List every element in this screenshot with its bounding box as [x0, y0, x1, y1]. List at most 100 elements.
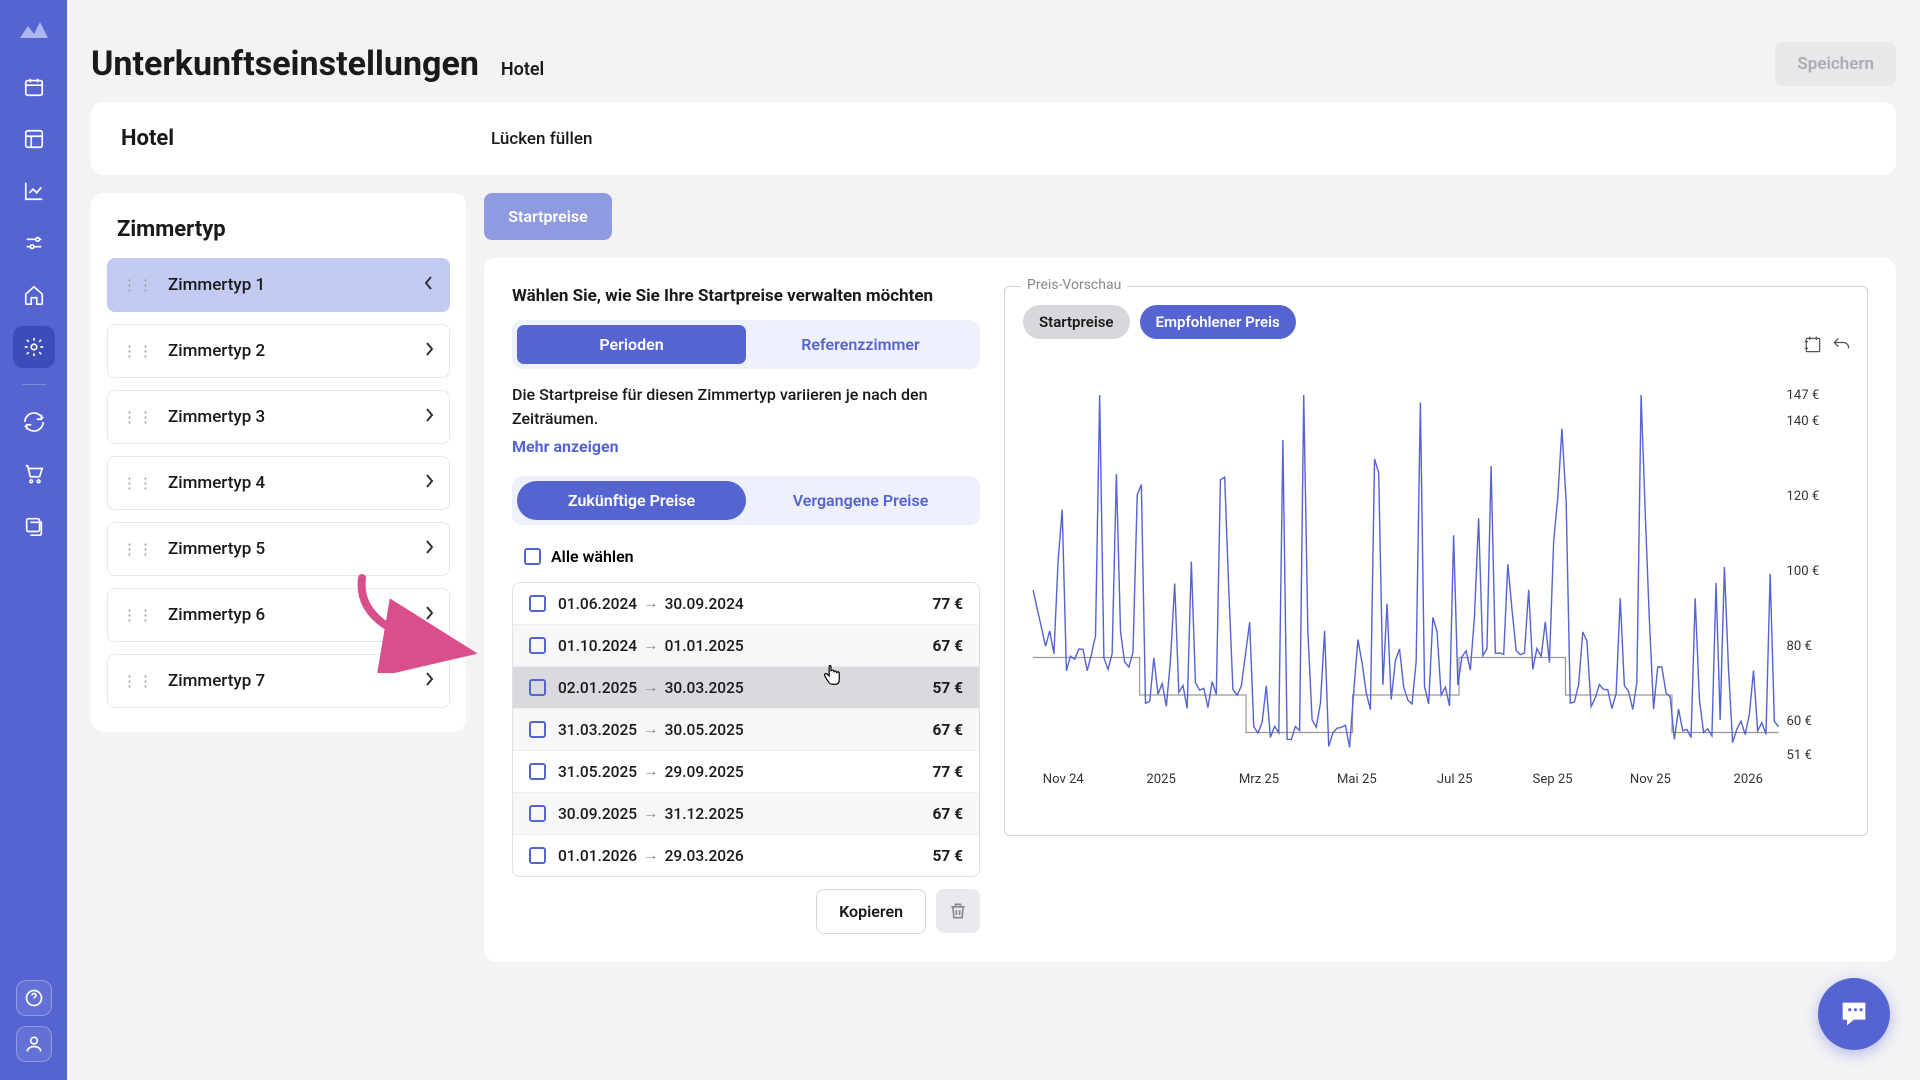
period-price: 67 € [932, 637, 963, 655]
nav-layout[interactable] [13, 118, 55, 160]
chevron-right-icon [423, 407, 435, 427]
drag-handle-icon[interactable]: ⋮⋮ [122, 474, 154, 492]
nav-settings[interactable] [13, 326, 55, 368]
period-row[interactable]: 30.09.2025→31.12.2025 67 € [513, 793, 979, 835]
chevron-right-icon [423, 671, 435, 691]
nav-profile[interactable] [16, 1026, 52, 1062]
delete-button[interactable] [936, 889, 980, 933]
period-price: 67 € [932, 805, 963, 823]
select-all-checkbox[interactable] [524, 548, 541, 565]
select-all-row[interactable]: Alle wählen [512, 539, 980, 574]
startpreise-button[interactable]: Startpreise [484, 193, 612, 240]
nav-cart[interactable] [13, 453, 55, 495]
period-date-range: 01.06.2024→30.09.2024 [558, 594, 920, 613]
svg-text:147 €: 147 € [1787, 388, 1820, 403]
period-checkbox[interactable] [529, 637, 546, 654]
past-prices-tab[interactable]: Vergangene Preise [746, 481, 975, 520]
period-checkbox[interactable] [529, 763, 546, 780]
period-date-range: 01.10.2024→01.01.2025 [558, 636, 920, 655]
undo-icon[interactable] [1831, 335, 1851, 355]
hotel-section: Hotel Lücken füllen [91, 102, 1896, 175]
period-price: 57 € [932, 679, 963, 697]
chevron-right-icon [423, 473, 435, 493]
manage-title: Wählen Sie, wie Sie Ihre Startpreise ver… [512, 286, 980, 306]
period-row[interactable]: 01.01.2026→29.03.2026 57 € [513, 835, 979, 876]
nav-stack[interactable] [13, 505, 55, 547]
drag-handle-icon[interactable]: ⋮⋮ [122, 672, 154, 690]
nav-sliders[interactable] [13, 222, 55, 264]
room-name-label: Zimmertyp 6 [168, 605, 423, 625]
svg-text:Mrz 25: Mrz 25 [1239, 772, 1279, 787]
drag-handle-icon[interactable]: ⋮⋮ [122, 606, 154, 624]
period-checkbox[interactable] [529, 679, 546, 696]
reset-zoom-icon[interactable] [1803, 335, 1823, 355]
nav-house[interactable] [13, 274, 55, 316]
svg-text:2025: 2025 [1146, 772, 1175, 787]
room-type-item[interactable]: ⋮⋮ Zimmertyp 7 [107, 654, 450, 708]
toggle-recommended[interactable]: Empfohlener Preis [1140, 305, 1296, 339]
sidebar-nav [0, 0, 67, 1080]
room-types-panel: Zimmertyp ⋮⋮ Zimmertyp 1 ⋮⋮ Zimmertyp 2 … [91, 193, 466, 732]
svg-text:140 €: 140 € [1787, 414, 1820, 429]
room-type-item[interactable]: ⋮⋮ Zimmertyp 2 [107, 324, 450, 378]
mode-segmented-control: Perioden Referenzzimmer [512, 320, 980, 369]
chevron-right-icon [423, 341, 435, 361]
drag-handle-icon[interactable]: ⋮⋮ [122, 540, 154, 558]
pricing-description: Die Startpreise für diesen Zimmertyp var… [512, 383, 980, 431]
room-types-title: Zimmertyp [107, 217, 450, 258]
room-type-item[interactable]: ⋮⋮ Zimmertyp 6 [107, 588, 450, 642]
period-price: 57 € [932, 847, 963, 865]
period-date-range: 01.01.2026→29.03.2026 [558, 846, 920, 865]
header-bar: Unterkunftseinstellungen Hotel Speichern [91, 24, 1896, 102]
nav-calendar[interactable] [13, 66, 55, 108]
select-all-label: Alle wählen [551, 547, 634, 566]
chat-fab[interactable] [1818, 978, 1890, 1050]
room-type-item[interactable]: ⋮⋮ Zimmertyp 5 [107, 522, 450, 576]
period-checkbox[interactable] [529, 721, 546, 738]
period-row[interactable]: 02.01.2025→30.03.2025 57 € [513, 667, 979, 709]
svg-text:120 €: 120 € [1787, 489, 1820, 504]
period-row[interactable]: 31.03.2025→30.05.2025 67 € [513, 709, 979, 751]
period-date-range: 02.01.2025→30.03.2025 [558, 678, 920, 697]
drag-handle-icon[interactable]: ⋮⋮ [122, 276, 154, 294]
chart-tools [1803, 335, 1851, 355]
referenzzimmer-tab[interactable]: Referenzzimmer [746, 325, 975, 364]
period-row[interactable]: 31.05.2025→29.09.2025 77 € [513, 751, 979, 793]
period-checkbox[interactable] [529, 847, 546, 864]
fill-gaps-link[interactable]: Lücken füllen [491, 129, 592, 149]
nav-sync[interactable] [13, 401, 55, 443]
room-type-item[interactable]: ⋮⋮ Zimmertyp 3 [107, 390, 450, 444]
room-name-label: Zimmertyp 2 [168, 341, 423, 361]
drag-handle-icon[interactable]: ⋮⋮ [122, 342, 154, 360]
svg-text:80 €: 80 € [1787, 639, 1812, 654]
period-checkbox[interactable] [529, 805, 546, 822]
svg-text:51 €: 51 € [1787, 748, 1812, 763]
show-more-link[interactable]: Mehr anzeigen [512, 437, 619, 456]
svg-text:Nov 24: Nov 24 [1043, 772, 1085, 787]
period-row[interactable]: 01.10.2024→01.01.2025 67 € [513, 625, 979, 667]
chart-svg: 147 €140 €120 €100 €80 €60 €51 €Nov 2420… [1023, 355, 1849, 795]
svg-text:2026: 2026 [1734, 772, 1763, 787]
svg-text:100 €: 100 € [1787, 564, 1820, 579]
page-title: Unterkunftseinstellungen [91, 44, 479, 84]
drag-handle-icon[interactable]: ⋮⋮ [122, 408, 154, 426]
chevron-left-icon [423, 275, 435, 295]
svg-text:Jul 25: Jul 25 [1437, 772, 1473, 787]
period-checkbox[interactable] [529, 595, 546, 612]
room-type-item[interactable]: ⋮⋮ Zimmertyp 4 [107, 456, 450, 510]
nav-help[interactable] [16, 980, 52, 1016]
chevron-right-icon [423, 539, 435, 559]
chevron-right-icon [423, 605, 435, 625]
copy-button[interactable]: Kopieren [816, 889, 926, 934]
perioden-tab[interactable]: Perioden [517, 325, 746, 364]
room-type-item[interactable]: ⋮⋮ Zimmertyp 1 [107, 258, 450, 312]
price-tabs: Zukünftige Preise Vergangene Preise [512, 476, 980, 525]
period-row[interactable]: 01.06.2024→30.09.2024 77 € [513, 583, 979, 625]
logo-icon [18, 18, 50, 42]
save-button[interactable]: Speichern [1775, 42, 1896, 86]
room-name-label: Zimmertyp 5 [168, 539, 423, 559]
nav-analytics[interactable] [13, 170, 55, 212]
period-date-range: 31.05.2025→29.09.2025 [558, 762, 920, 781]
future-prices-tab[interactable]: Zukünftige Preise [517, 481, 746, 520]
toggle-startpreise[interactable]: Startpreise [1023, 305, 1130, 339]
